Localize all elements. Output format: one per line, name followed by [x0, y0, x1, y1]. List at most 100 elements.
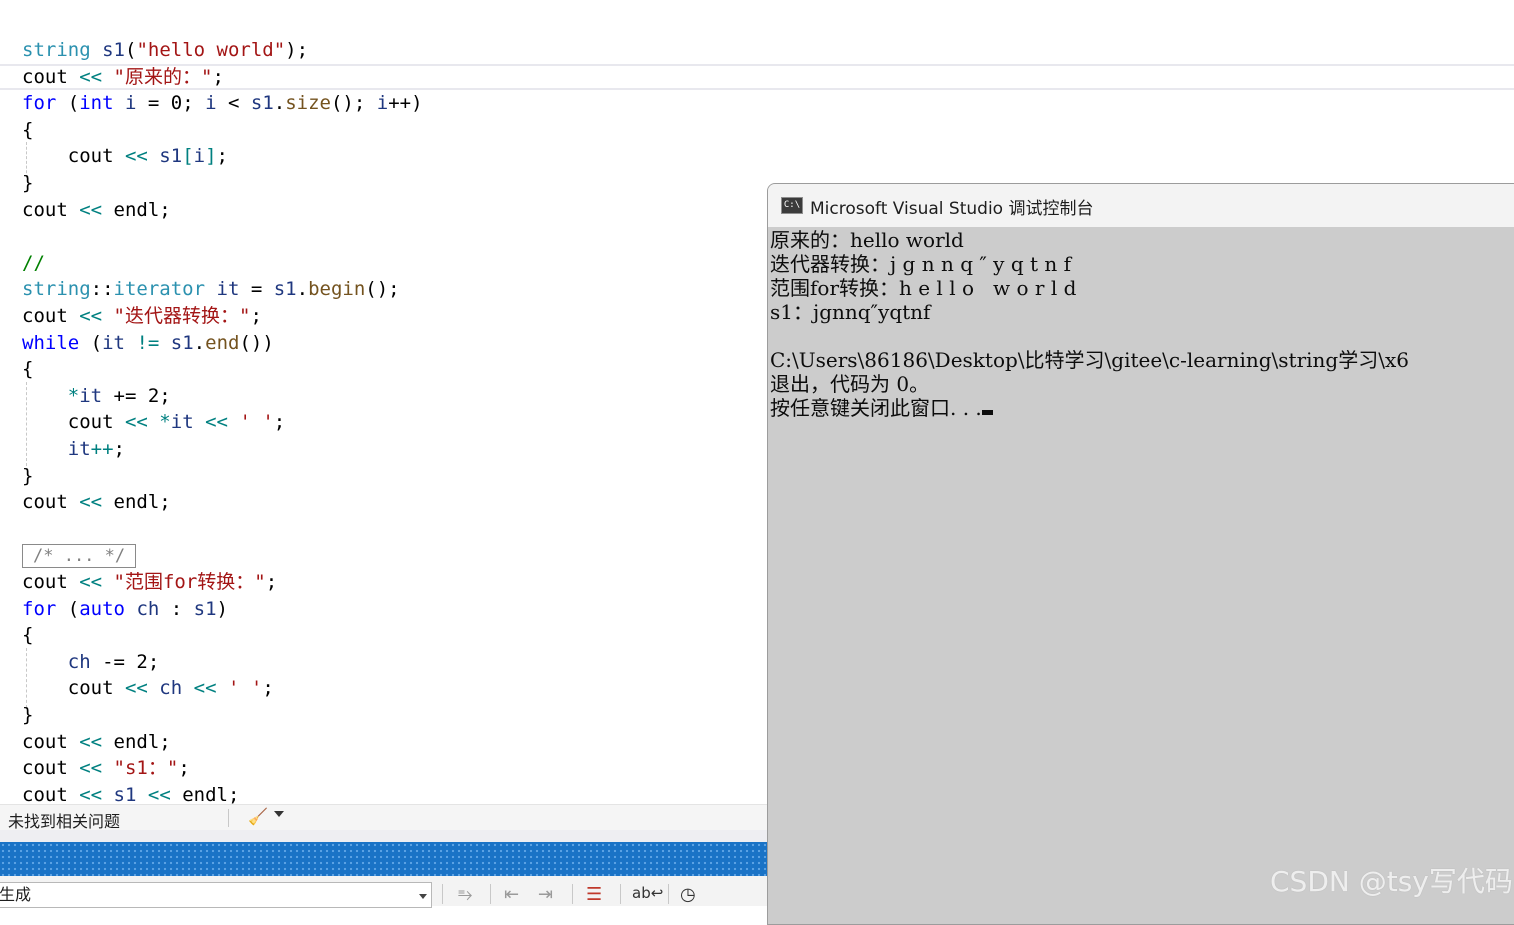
code-token: ;: [212, 65, 224, 88]
code-token: "原来的：": [113, 65, 213, 88]
console-title-bar[interactable]: C:\ Microsoft Visual Studio 调试控制台: [768, 184, 1514, 227]
code-line[interactable]: *it += 2;: [22, 383, 171, 409]
code-line[interactable]: for (auto ch : s1): [22, 596, 228, 622]
code-token: cout: [22, 411, 125, 434]
code-line[interactable]: {: [22, 117, 33, 143]
code-token: for: [22, 92, 57, 115]
code-token: s1: [102, 39, 125, 61]
code-token: cout: [22, 65, 80, 88]
code-token: ;: [265, 571, 278, 593]
code-line[interactable]: it++;: [22, 436, 125, 462]
code-token: <: [216, 92, 251, 115]
code-line[interactable]: cout << s1[i];: [22, 143, 228, 169]
code-token: <<: [79, 491, 103, 514]
code-line[interactable]: cout << "s1：";: [22, 755, 190, 781]
code-line[interactable]: }: [22, 463, 33, 489]
code-line[interactable]: cout << "范围for转换：";: [22, 569, 277, 595]
code-line[interactable]: cout << "原来的：";: [22, 64, 224, 90]
broom-icon[interactable]: 🧹: [248, 807, 268, 826]
code-token: s1: [250, 92, 274, 115]
code-token: endl;: [102, 730, 171, 753]
code-token: cout: [22, 305, 80, 327]
pane-splitter[interactable]: [0, 830, 768, 842]
code-line[interactable]: }: [22, 702, 33, 728]
word-wrap-icon[interactable]: ab↩: [632, 884, 663, 902]
code-token: string: [22, 39, 91, 61]
code-token: cout: [22, 491, 80, 514]
code-token: s1: [159, 145, 183, 168]
code-token: = 0;: [136, 92, 206, 115]
code-line[interactable]: }: [22, 170, 33, 196]
code-token: i: [193, 145, 206, 168]
code-token: it: [170, 411, 194, 434]
code-token: while: [22, 331, 80, 354]
code-line[interactable]: ch -= 2;: [22, 649, 160, 675]
code-token: [: [182, 145, 194, 168]
code-line[interactable]: while (it != s1.end()): [22, 330, 274, 356]
find-prev-icon[interactable]: ⥱: [458, 884, 472, 905]
code-line[interactable]: cout << *it << ' ';: [22, 409, 285, 435]
code-token: it: [102, 331, 125, 354]
code-token: "范围for转换：": [113, 571, 266, 593]
code-line[interactable]: {: [22, 356, 33, 382]
code-token: !=: [136, 331, 160, 354]
output-source-select[interactable]: 生成: [0, 882, 432, 908]
code-token: ' ': [227, 677, 263, 700]
code-line[interactable]: //: [22, 250, 45, 276]
code-token: ' ': [239, 411, 274, 434]
code-token: //: [22, 251, 45, 274]
align-right-icon[interactable]: ⇥: [538, 884, 553, 905]
code-line[interactable]: /* ... */: [22, 542, 137, 569]
code-token: <<: [124, 145, 148, 168]
code-token: s1: [193, 597, 217, 620]
code-token: <<: [124, 677, 148, 700]
code-token: ): [216, 597, 228, 620]
output-source-value: 生成: [0, 885, 32, 904]
code-line[interactable]: cout << endl;: [22, 197, 171, 223]
code-token: ;: [113, 438, 125, 460]
code-line[interactable]: cout << s1 << endl;: [22, 782, 239, 804]
code-token: ch: [159, 677, 183, 700]
code-token: cout: [22, 730, 80, 753]
code-token: cout: [22, 198, 80, 221]
console-line: 退出，代码为 0。: [770, 372, 930, 396]
code-token: *: [159, 411, 171, 434]
chevron-down-icon[interactable]: [274, 811, 284, 817]
code-token: end: [205, 331, 240, 354]
code-line[interactable]: {: [22, 622, 33, 648]
code-line[interactable]: string s1("hello world");: [22, 37, 308, 63]
code-token: auto: [79, 597, 125, 620]
cursor-caret: [981, 410, 993, 415]
code-token: ();: [365, 278, 400, 301]
code-token: ;: [250, 305, 262, 327]
align-left-icon[interactable]: ⇤: [504, 884, 519, 905]
code-line[interactable]: cout << ch << ' ';: [22, 675, 274, 701]
code-token: "hello world": [136, 39, 286, 61]
code-token: s1: [113, 783, 137, 804]
code-line[interactable]: cout << "迭代器转换：";: [22, 303, 262, 329]
code-line[interactable]: cout << endl;: [22, 489, 171, 515]
console-line: 按任意键关闭此窗口. . .: [770, 396, 1514, 420]
code-token: cout: [22, 677, 125, 700]
current-line-highlight: [0, 64, 1514, 90]
debug-console-window[interactable]: C:\ Microsoft Visual Studio 调试控制台 原来的：he…: [767, 183, 1514, 925]
code-line[interactable]: cout << endl;: [22, 729, 171, 755]
clear-all-icon[interactable]: ☰: [586, 884, 602, 905]
console-output[interactable]: 原来的：hello world 迭代器转换：j g n n q ″ y q t n…: [770, 228, 1514, 420]
code-line[interactable]: string::iterator it = s1.begin();: [22, 276, 400, 302]
code-token: ::: [90, 278, 114, 301]
chevron-down-icon[interactable]: [419, 894, 427, 899]
clock-icon[interactable]: ◷: [680, 884, 696, 905]
code-token: <<: [205, 411, 228, 434]
code-line[interactable]: for (int i = 0; i < s1.size(); i++): [22, 90, 423, 116]
code-token: it: [216, 278, 240, 301]
collapsed-region[interactable]: /* ... */: [22, 544, 137, 569]
